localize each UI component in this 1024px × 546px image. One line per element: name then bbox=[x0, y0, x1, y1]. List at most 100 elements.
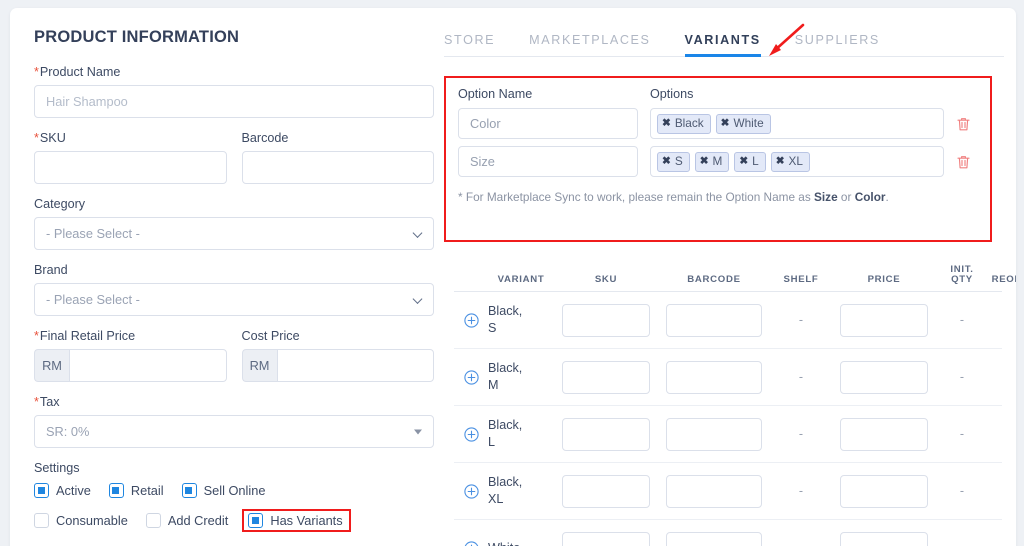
screen: PRODUCT INFORMATION *Product Name *SKU B… bbox=[0, 0, 1024, 546]
checkbox-label: Retail bbox=[130, 483, 164, 498]
variant-price-input[interactable] bbox=[840, 303, 928, 337]
tab-marketplaces[interactable]: MARKETPLACES bbox=[529, 33, 650, 56]
product-information-panel: PRODUCT INFORMATION *Product Name *SKU B… bbox=[34, 28, 434, 543]
checkbox-box[interactable] bbox=[108, 483, 124, 498]
chip-black[interactable]: ✖ Black bbox=[657, 113, 711, 134]
variant-price-input[interactable] bbox=[840, 360, 928, 394]
option-name-input-size[interactable] bbox=[458, 146, 638, 177]
cell-sku bbox=[554, 474, 658, 508]
chip-remove-icon[interactable]: ✖ bbox=[662, 154, 671, 169]
chip-remove-icon[interactable]: ✖ bbox=[721, 116, 730, 131]
cell-price bbox=[832, 360, 936, 394]
checkbox-active[interactable]: Active bbox=[34, 483, 91, 498]
cost-price-group: RM bbox=[241, 349, 434, 382]
chip-label: M bbox=[712, 153, 723, 168]
variant-barcode-input[interactable] bbox=[666, 360, 762, 394]
cell-shelf: - bbox=[798, 370, 804, 384]
variant-price-input[interactable] bbox=[840, 531, 928, 546]
chip-l[interactable]: ✖ L bbox=[734, 151, 766, 172]
expand-row-button[interactable] bbox=[454, 312, 488, 328]
checkbox-box[interactable] bbox=[181, 483, 197, 498]
header-barcode: BARCODE bbox=[687, 274, 741, 285]
checkbox-label: Active bbox=[56, 483, 91, 498]
chip-remove-icon[interactable]: ✖ bbox=[662, 116, 671, 131]
barcode-input[interactable] bbox=[241, 151, 434, 184]
checkbox-label: Consumable bbox=[56, 513, 128, 528]
category-select[interactable]: - Please Select - bbox=[34, 217, 434, 250]
checkbox-box[interactable] bbox=[34, 513, 49, 528]
option-values-color[interactable]: ✖ Black ✖ White bbox=[650, 108, 944, 139]
plus-circle-icon bbox=[464, 540, 478, 546]
variant-barcode-input[interactable] bbox=[666, 531, 762, 546]
cost-price-input[interactable] bbox=[276, 349, 434, 382]
checkbox-label: Add Credit bbox=[167, 513, 229, 528]
product-name-input[interactable] bbox=[34, 85, 434, 118]
checkbox-box[interactable] bbox=[248, 513, 264, 528]
checkbox-box[interactable] bbox=[34, 483, 49, 498]
delete-option-color-button[interactable] bbox=[948, 116, 978, 132]
chip-label: XL bbox=[788, 153, 803, 168]
field-category: Category - Please Select - bbox=[34, 197, 434, 250]
checkbox-box[interactable] bbox=[145, 513, 161, 528]
tax-select[interactable]: SR: 0% bbox=[34, 415, 434, 448]
chip-s[interactable]: ✖ S bbox=[657, 151, 690, 172]
cell-barcode bbox=[658, 474, 770, 508]
cell-price bbox=[832, 474, 936, 508]
variant-barcode-input[interactable] bbox=[666, 417, 762, 451]
variant-sku-input[interactable] bbox=[562, 303, 650, 337]
tab-variants[interactable]: VARIANTS bbox=[684, 33, 762, 57]
cell-sku bbox=[554, 303, 658, 337]
checkbox-add-credit[interactable]: Add Credit bbox=[145, 513, 229, 528]
variant-sku-input[interactable] bbox=[562, 531, 650, 546]
sku-input[interactable] bbox=[34, 151, 227, 184]
chip-xl[interactable]: ✖ XL bbox=[770, 151, 810, 172]
chip-remove-icon[interactable]: ✖ bbox=[739, 154, 748, 169]
variant-sku-input[interactable] bbox=[562, 360, 650, 394]
chip-remove-icon[interactable]: ✖ bbox=[776, 154, 785, 169]
category-select-wrap: - Please Select - bbox=[34, 217, 434, 250]
tab-bar: STORE MARKETPLACES VARIANTS SUPPLIERS bbox=[444, 24, 1004, 57]
variant-name-line2: S bbox=[488, 321, 497, 335]
option-name-input-color[interactable] bbox=[458, 108, 638, 139]
note-bold-color: Color bbox=[854, 190, 886, 204]
plus-circle-icon bbox=[463, 426, 479, 442]
expand-row-button[interactable] bbox=[454, 540, 488, 546]
expand-row-button[interactable] bbox=[454, 483, 488, 499]
option-values-size[interactable]: ✖ S ✖ M ✖ L ✖ XL bbox=[650, 146, 944, 177]
variant-barcode-input[interactable] bbox=[666, 474, 762, 508]
required-asterisk: * bbox=[34, 395, 39, 409]
expand-row-button[interactable] bbox=[454, 426, 488, 442]
table-row: Black,S - - - bbox=[454, 292, 1016, 349]
variant-price-input[interactable] bbox=[840, 474, 928, 508]
cell-barcode bbox=[658, 360, 770, 394]
header-price: PRICE bbox=[867, 274, 901, 285]
row-sku-barcode: *SKU Barcode bbox=[34, 131, 434, 197]
checkbox-retail[interactable]: Retail bbox=[108, 483, 164, 498]
brand-select-wrap: - Please Select - bbox=[34, 283, 434, 316]
variant-name-line1: Black, bbox=[488, 361, 523, 375]
expand-row-button[interactable] bbox=[454, 369, 488, 385]
cell-barcode bbox=[658, 303, 770, 337]
variant-sku-input[interactable] bbox=[562, 474, 650, 508]
checkbox-consumable[interactable]: Consumable bbox=[34, 513, 128, 528]
chip-remove-icon[interactable]: ✖ bbox=[700, 154, 709, 169]
final-retail-price-input[interactable] bbox=[69, 349, 227, 382]
variant-name: Black, XL bbox=[488, 474, 554, 508]
chip-m[interactable]: ✖ M bbox=[694, 151, 730, 172]
checkbox-sell-online[interactable]: Sell Online bbox=[181, 483, 265, 498]
checkbox-has-variants[interactable]: Has Variants bbox=[242, 509, 351, 532]
table-row: White, - - - bbox=[454, 520, 1016, 546]
page-title: PRODUCT INFORMATION bbox=[34, 28, 240, 46]
tab-store[interactable]: STORE bbox=[444, 33, 495, 56]
chip-white[interactable]: ✖ White bbox=[715, 113, 771, 134]
variant-barcode-input[interactable] bbox=[666, 303, 762, 337]
tab-suppliers[interactable]: SUPPLIERS bbox=[795, 33, 880, 56]
cell-shelf: - bbox=[798, 313, 804, 327]
variant-price-input[interactable] bbox=[840, 417, 928, 451]
brand-select[interactable]: - Please Select - bbox=[34, 283, 434, 316]
delete-option-size-button[interactable] bbox=[948, 154, 978, 170]
vertical-scrollbar[interactable] bbox=[1009, 10, 1014, 546]
chip-label: S bbox=[674, 153, 683, 168]
variant-sku-input[interactable] bbox=[562, 417, 650, 451]
label-barcode: Barcode bbox=[241, 131, 289, 145]
